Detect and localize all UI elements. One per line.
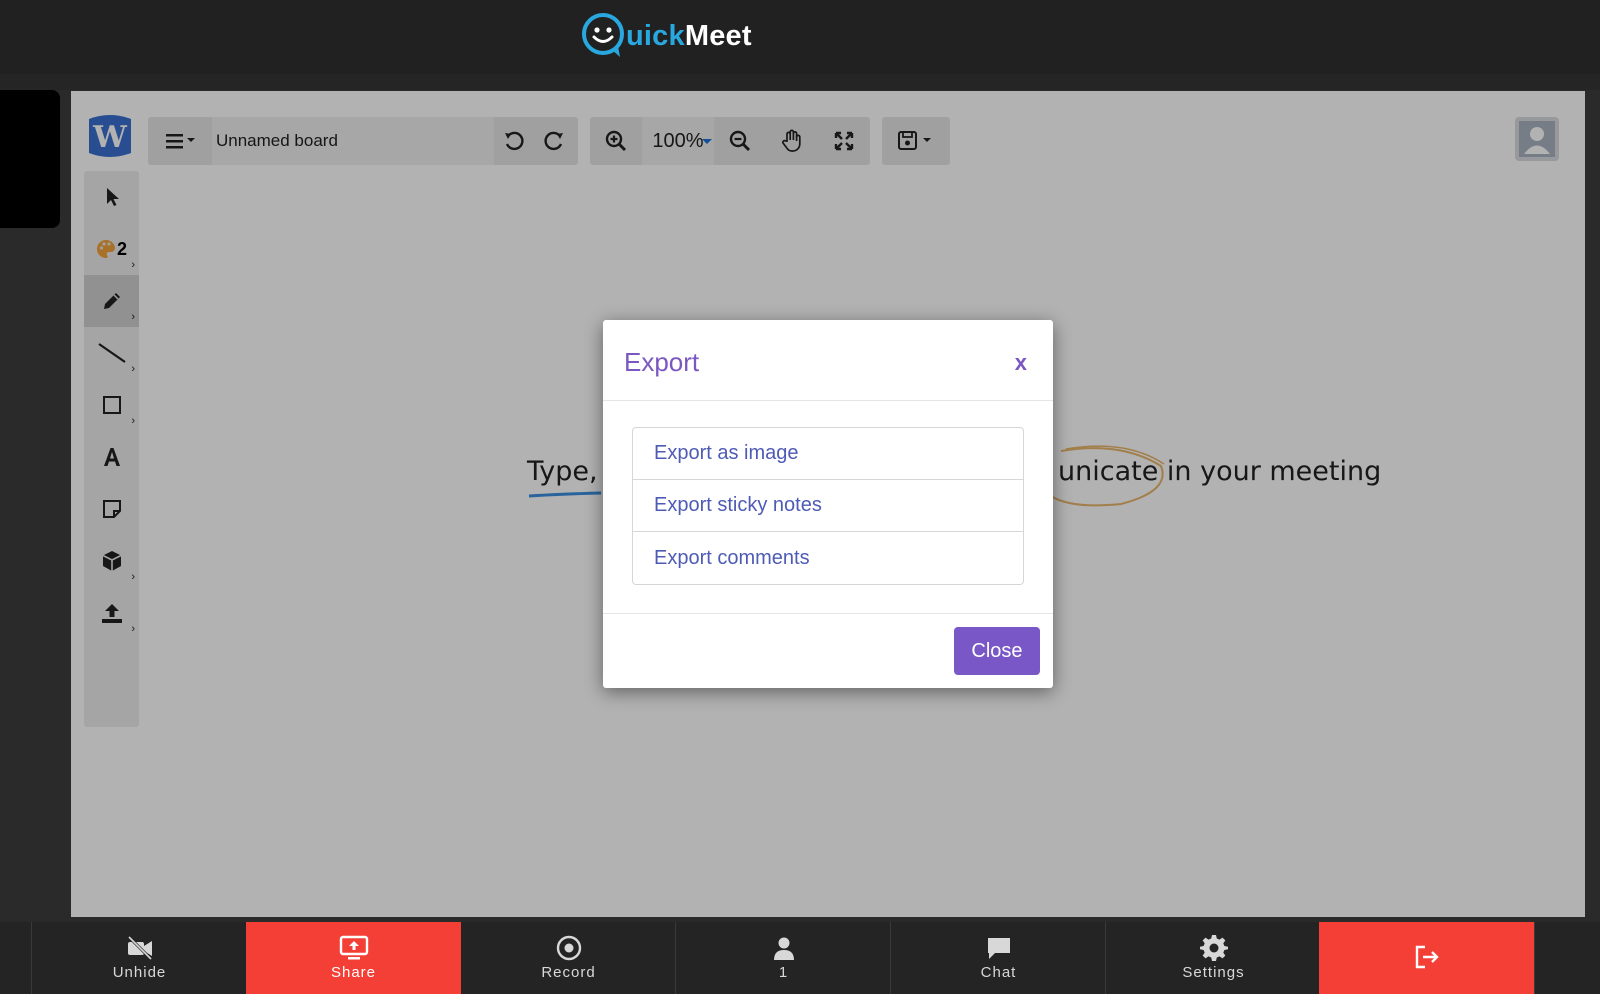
bar-separator	[1534, 922, 1535, 994]
participant-count: 1	[778, 964, 789, 981]
video-off-icon	[126, 935, 154, 961]
chat-button[interactable]: Chat	[891, 922, 1106, 994]
record-icon	[556, 935, 582, 961]
chat-icon	[985, 935, 1013, 961]
export-options-list: Export as image Export sticky notes Expo…	[632, 427, 1024, 585]
leave-icon	[1413, 944, 1441, 970]
modal-title: Export	[624, 347, 700, 377]
export-comments-option[interactable]: Export comments	[633, 532, 1023, 584]
leave-meeting-button[interactable]	[1319, 922, 1534, 994]
quickmeet-logo: uickMeet	[578, 9, 752, 61]
record-label: Record	[541, 964, 596, 981]
close-button[interactable]: Close	[954, 627, 1040, 675]
brand-text-part1: uick	[626, 19, 685, 52]
brand-text-part2: Meet	[684, 19, 752, 52]
meeting-controls-bar: Unhide Share Record 1 Chat Settings	[0, 922, 1600, 994]
chat-label: Chat	[980, 964, 1017, 981]
app-header: uickMeet	[0, 0, 1600, 74]
modal-body: Export as image Export sticky notes Expo…	[603, 401, 1053, 614]
modal-header: Export x	[603, 320, 1053, 401]
participants-button[interactable]: 1	[676, 922, 891, 994]
record-button[interactable]: Record	[461, 922, 676, 994]
unhide-button[interactable]: Unhide	[32, 922, 247, 994]
header-divider	[0, 74, 1600, 90]
modal-close-x-button[interactable]: x	[1015, 350, 1027, 376]
unhide-label: Unhide	[112, 964, 167, 981]
logo-speech-bubble-icon	[578, 10, 628, 60]
person-icon	[772, 935, 796, 961]
share-button[interactable]: Share	[246, 922, 461, 994]
settings-label: Settings	[1182, 964, 1245, 981]
screen-share-icon	[339, 935, 369, 961]
gear-icon	[1199, 935, 1228, 961]
side-panel-tab[interactable]	[0, 90, 60, 228]
modal-footer: Close	[603, 614, 1053, 687]
export-as-image-option[interactable]: Export as image	[633, 428, 1023, 480]
settings-button[interactable]: Settings	[1106, 922, 1321, 994]
share-label: Share	[330, 964, 377, 981]
export-sticky-notes-option[interactable]: Export sticky notes	[633, 480, 1023, 532]
export-modal: Export x Export as image Export sticky n…	[603, 320, 1053, 688]
